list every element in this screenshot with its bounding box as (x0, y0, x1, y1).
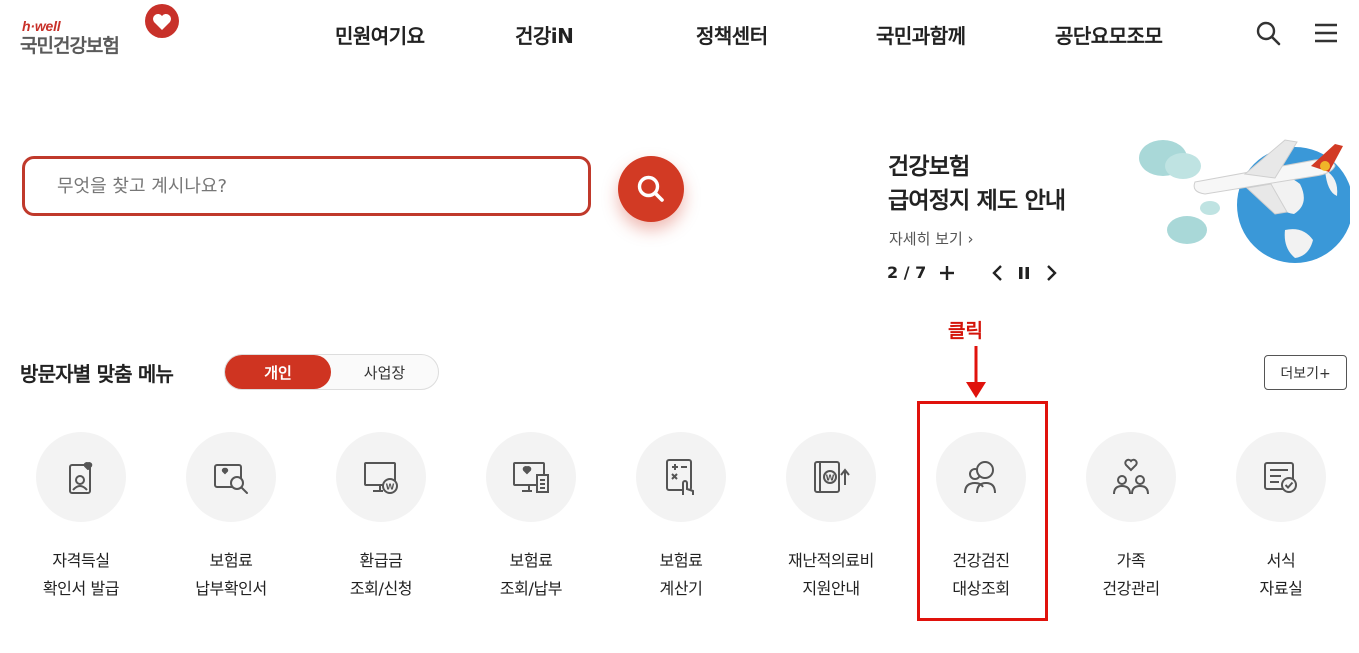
menu-item-icon-bg (486, 432, 576, 522)
annotation-label: 클릭 (948, 320, 983, 342)
menu-item-forms-library[interactable]: 서식 자료실 (1206, 430, 1356, 610)
calculator-hand-icon (666, 459, 694, 495)
nav-item-with-citizens[interactable]: 국민과함께 (876, 20, 966, 49)
search-icon[interactable] (1255, 20, 1281, 46)
menu-item-family-health[interactable]: 가족 건강관리 (1056, 430, 1206, 610)
plus-icon[interactable] (936, 262, 958, 284)
menu-item-eligibility-certificate[interactable]: 자격득실 확인서 발급 (6, 430, 156, 610)
annotation-highlight-box (917, 401, 1048, 621)
menu-item-icon-bg (36, 432, 126, 522)
menu-item-icon-bg: W (336, 432, 426, 522)
search-box (22, 156, 591, 216)
banner-title-line2: 급여정지 제도 안내 (888, 188, 1066, 214)
svg-text:W: W (386, 483, 395, 492)
banner-title: 건강보험 급여정지 제도 안내 (888, 150, 1066, 218)
menu-item-label: 환급금 조회/신청 (349, 551, 413, 598)
chevron-left-icon[interactable] (987, 262, 1009, 284)
toggle-individual[interactable]: 개인 (225, 355, 331, 389)
monitor-won-icon: W (364, 462, 398, 494)
nav-item-policy-center[interactable]: 정책센터 (696, 20, 768, 49)
menu-item-label: 보험료 납부확인서 (195, 551, 267, 598)
annotation-arrow-icon (966, 346, 986, 398)
search-icon (637, 175, 664, 202)
svg-text:W: W (826, 474, 835, 483)
search-input[interactable] (25, 159, 588, 213)
nav-item-health-in[interactable]: 건강iN (515, 20, 574, 49)
menu-item-icon-bg: W (786, 432, 876, 522)
banner-detail-link[interactable]: 자세히 보기 › (889, 228, 974, 249)
site-logo[interactable]: h·well 국민건강보험 (20, 4, 190, 60)
monitor-receipt-icon (513, 462, 549, 493)
menu-item-payment-certificate[interactable]: 보험료 납부확인서 (156, 430, 306, 610)
airplane-globe-illustration (1139, 139, 1350, 263)
menu-item-catastrophic-medical[interactable]: W 재난적의료비 지원안내 (756, 430, 906, 610)
logo-heart-icon (145, 4, 179, 38)
menu-item-premium-calculator[interactable]: 보험료 계산기 (606, 430, 756, 610)
menu-item-label: 재난적의료비 지원안내 (788, 551, 874, 598)
menu-item-icon-bg (186, 432, 276, 522)
chevron-right-icon[interactable] (1040, 262, 1062, 284)
document-search-icon (214, 464, 248, 494)
menu-item-label: 서식 자료실 (1259, 551, 1303, 598)
book-won-up-icon: W (814, 461, 850, 493)
search-button[interactable] (618, 156, 684, 222)
menu-item-label: 자격득실 확인서 발급 (42, 551, 120, 598)
menu-item-icon-bg (636, 432, 726, 522)
family-heart-icon (1113, 458, 1149, 495)
nav-item-civil-service[interactable]: 민원여기요 (335, 20, 425, 49)
menu-item-premium-payment[interactable]: 보험료 조회/납부 (456, 430, 606, 610)
id-card-heart-icon (69, 462, 93, 494)
more-button[interactable]: 더보기+ (1264, 355, 1347, 390)
hamburger-menu-icon[interactable] (1313, 20, 1339, 46)
pause-icon[interactable] (1013, 262, 1035, 284)
form-check-icon (1264, 462, 1297, 493)
toggle-business[interactable]: 사업장 (331, 355, 438, 389)
menu-item-refund[interactable]: W 환급금 조회/신청 (306, 430, 456, 610)
menu-item-icon-bg (1086, 432, 1176, 522)
section-title: 방문자별 맞춤 메뉴 (20, 362, 174, 386)
menu-item-icon-bg (1236, 432, 1326, 522)
menu-item-label: 가족 건강관리 (1102, 551, 1160, 598)
banner-counter: 2 / 7 (887, 263, 927, 282)
logo-title: 국민건강보험 (20, 35, 120, 57)
banner-title-line1: 건강보험 (888, 154, 970, 180)
menu-item-label: 보험료 계산기 (659, 551, 703, 598)
nav-item-about[interactable]: 공단요모조모 (1055, 20, 1163, 49)
menu-item-label: 보험료 조회/납부 (499, 551, 563, 598)
